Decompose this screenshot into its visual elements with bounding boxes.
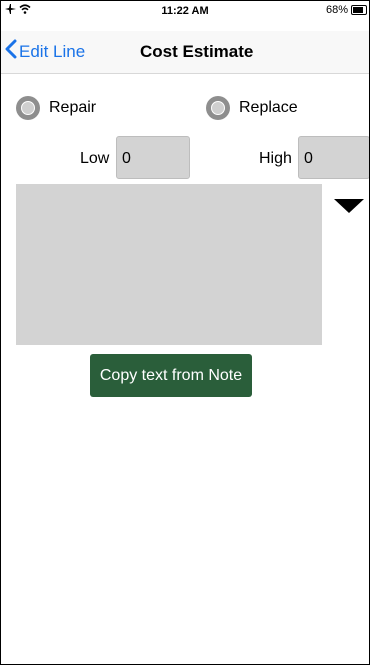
app-screen: 11:22 AM 68% Edit Line Cost Estimate Rep… <box>0 0 370 665</box>
status-time: 11:22 AM <box>161 5 209 17</box>
low-label: Low <box>80 150 110 167</box>
navigation-bar: Edit Line Cost Estimate <box>1 31 369 74</box>
copy-text-from-note-button[interactable]: Copy text from Note <box>90 354 252 397</box>
repair-label: Repair <box>49 99 97 116</box>
battery-percent: 68% <box>325 4 348 16</box>
back-button[interactable]: Edit Line <box>5 39 85 64</box>
high-input[interactable]: 0 <box>298 136 369 179</box>
replace-radio[interactable] <box>206 96 230 120</box>
status-right: 68% <box>326 4 367 16</box>
back-button-label: Edit Line <box>19 41 86 61</box>
replace-option[interactable]: Replace <box>206 96 298 120</box>
repair-option[interactable]: Repair <box>16 96 96 120</box>
dropdown-arrow-icon[interactable] <box>334 199 364 213</box>
high-label: High <box>259 150 292 167</box>
low-input[interactable]: 0 <box>116 136 190 179</box>
page-title: Cost Estimate <box>140 42 254 61</box>
chevron-left-icon <box>5 39 19 64</box>
estimate-text-area[interactable] <box>16 184 322 345</box>
replace-label: Replace <box>239 99 298 116</box>
repair-radio[interactable] <box>16 96 40 120</box>
status-bar: 11:22 AM 68% <box>1 1 369 21</box>
battery-icon <box>351 5 367 15</box>
